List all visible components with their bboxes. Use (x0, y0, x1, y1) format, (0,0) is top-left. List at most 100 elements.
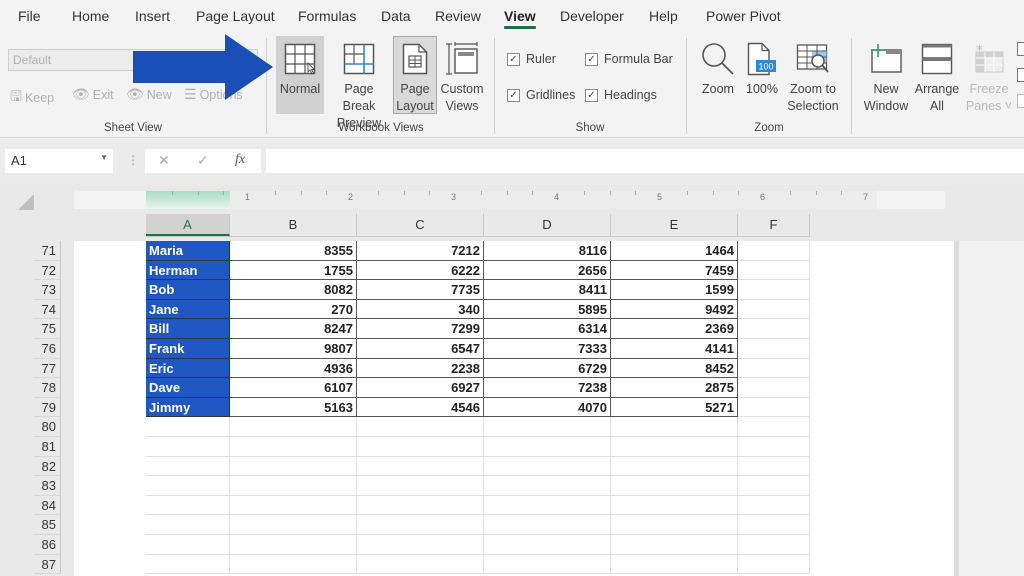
value-cell[interactable]: 270 (230, 299, 357, 320)
tab-page-layout[interactable]: Page Layout (196, 8, 275, 24)
empty-cell[interactable] (484, 417, 611, 437)
name-cell[interactable]: Bob (146, 280, 230, 300)
value-cell[interactable]: 2875 (611, 378, 738, 398)
value-cell[interactable]: 9807 (230, 339, 357, 359)
empty-cell[interactable] (357, 417, 484, 437)
name-cell[interactable]: Herman (146, 260, 230, 281)
empty-cell[interactable] (738, 358, 810, 379)
tab-file[interactable]: File (18, 8, 41, 24)
name-cell[interactable]: Jimmy (146, 397, 230, 418)
empty-cell[interactable] (357, 476, 484, 496)
empty-cell[interactable] (738, 476, 810, 496)
row-header[interactable]: 72 (34, 260, 61, 281)
name-cell[interactable]: Bill (146, 319, 230, 339)
empty-cell[interactable] (146, 554, 230, 575)
empty-cell[interactable] (611, 456, 738, 477)
empty-cell[interactable] (611, 437, 738, 457)
row-header[interactable]: 71 (34, 241, 61, 261)
value-cell[interactable]: 7333 (484, 339, 611, 359)
normal-view-button[interactable]: Normal (276, 36, 324, 114)
empty-cell[interactable] (611, 417, 738, 437)
zoom-button[interactable]: Zoom (697, 36, 739, 114)
gridlines-checkbox[interactable]: ✓ Gridlines (507, 88, 575, 102)
empty-cell[interactable] (230, 437, 357, 457)
empty-cell[interactable] (230, 495, 357, 516)
tab-view[interactable]: View (504, 8, 536, 29)
ruler-checkbox[interactable]: ✓ Ruler (507, 52, 556, 66)
tab-help[interactable]: Help (649, 8, 678, 24)
keep-button[interactable]: 🖫 Keep (10, 86, 54, 110)
zoom-to-selection-button[interactable]: Zoom to Selection (785, 36, 841, 114)
empty-cell[interactable] (738, 378, 810, 398)
value-cell[interactable]: 1464 (611, 241, 738, 261)
new-view-button[interactable]: 👁 New (126, 86, 172, 103)
value-cell[interactable]: 7238 (484, 378, 611, 398)
empty-cell[interactable] (357, 515, 484, 535)
value-cell[interactable]: 8247 (230, 319, 357, 339)
row-header[interactable]: 82 (34, 456, 61, 477)
row-header[interactable]: 87 (34, 554, 61, 575)
row-header[interactable]: 76 (34, 339, 61, 359)
custom-views-button[interactable]: Custom Views (438, 36, 486, 114)
empty-cell[interactable] (357, 495, 484, 516)
empty-cell[interactable] (484, 437, 611, 457)
tab-insert[interactable]: Insert (135, 8, 170, 24)
empty-cell[interactable] (230, 456, 357, 477)
value-cell[interactable]: 6547 (357, 339, 484, 359)
value-cell[interactable]: 4070 (484, 397, 611, 418)
value-cell[interactable]: 7735 (357, 280, 484, 300)
drag-handle-icon[interactable]: ⋮ (127, 153, 139, 167)
empty-cell[interactable] (146, 417, 230, 437)
empty-cell[interactable] (146, 515, 230, 535)
empty-cell[interactable] (738, 339, 810, 359)
row-header[interactable]: 79 (34, 397, 61, 418)
value-cell[interactable]: 6107 (230, 378, 357, 398)
column-header-f[interactable]: F (738, 214, 810, 236)
options-button[interactable]: ☰ Options (184, 86, 243, 103)
value-cell[interactable]: 6729 (484, 358, 611, 379)
row-header[interactable]: 86 (34, 535, 61, 555)
empty-cell[interactable] (484, 515, 611, 535)
formula-input[interactable] (266, 149, 1024, 173)
name-cell[interactable]: Maria (146, 241, 230, 261)
empty-cell[interactable] (357, 437, 484, 457)
exit-button[interactable]: 👁 Exit (72, 86, 114, 103)
freeze-panes-button[interactable]: * Freeze Panes ˅ (963, 36, 1015, 114)
empty-cell[interactable] (357, 554, 484, 575)
empty-cell[interactable] (738, 241, 810, 261)
value-cell[interactable]: 8452 (611, 358, 738, 379)
row-header[interactable]: 73 (34, 280, 61, 300)
name-cell[interactable]: Eric (146, 358, 230, 379)
tab-developer[interactable]: Developer (560, 8, 624, 24)
empty-cell[interactable] (146, 495, 230, 516)
empty-cell[interactable] (230, 417, 357, 437)
empty-cell[interactable] (230, 515, 357, 535)
name-box[interactable]: A1 ▼ (5, 149, 113, 173)
name-cell[interactable]: Dave (146, 378, 230, 398)
empty-cell[interactable] (357, 535, 484, 555)
select-all-button[interactable] (18, 194, 34, 210)
new-window-button[interactable]: New Window (861, 36, 911, 114)
value-cell[interactable]: 6314 (484, 319, 611, 339)
empty-cell[interactable] (230, 554, 357, 575)
row-header[interactable]: 83 (34, 476, 61, 496)
empty-cell[interactable] (611, 495, 738, 516)
empty-cell[interactable] (146, 476, 230, 496)
value-cell[interactable]: 6927 (357, 378, 484, 398)
tab-home[interactable]: Home (72, 8, 109, 24)
row-header[interactable]: 78 (34, 378, 61, 398)
empty-cell[interactable] (484, 456, 611, 477)
split-icon[interactable] (1017, 42, 1024, 56)
enter-icon[interactable]: ✓ (197, 152, 209, 169)
chevron-down-icon[interactable]: ▼ (100, 153, 108, 162)
sheet-view-dropdown[interactable]: Default (8, 49, 258, 71)
empty-cell[interactable] (611, 476, 738, 496)
empty-cell[interactable] (738, 437, 810, 457)
row-header[interactable]: 75 (34, 319, 61, 339)
empty-cell[interactable] (738, 260, 810, 281)
value-cell[interactable]: 8082 (230, 280, 357, 300)
row-header[interactable]: 74 (34, 299, 61, 320)
value-cell[interactable]: 5163 (230, 397, 357, 418)
value-cell[interactable]: 4141 (611, 339, 738, 359)
value-cell[interactable]: 4546 (357, 397, 484, 418)
